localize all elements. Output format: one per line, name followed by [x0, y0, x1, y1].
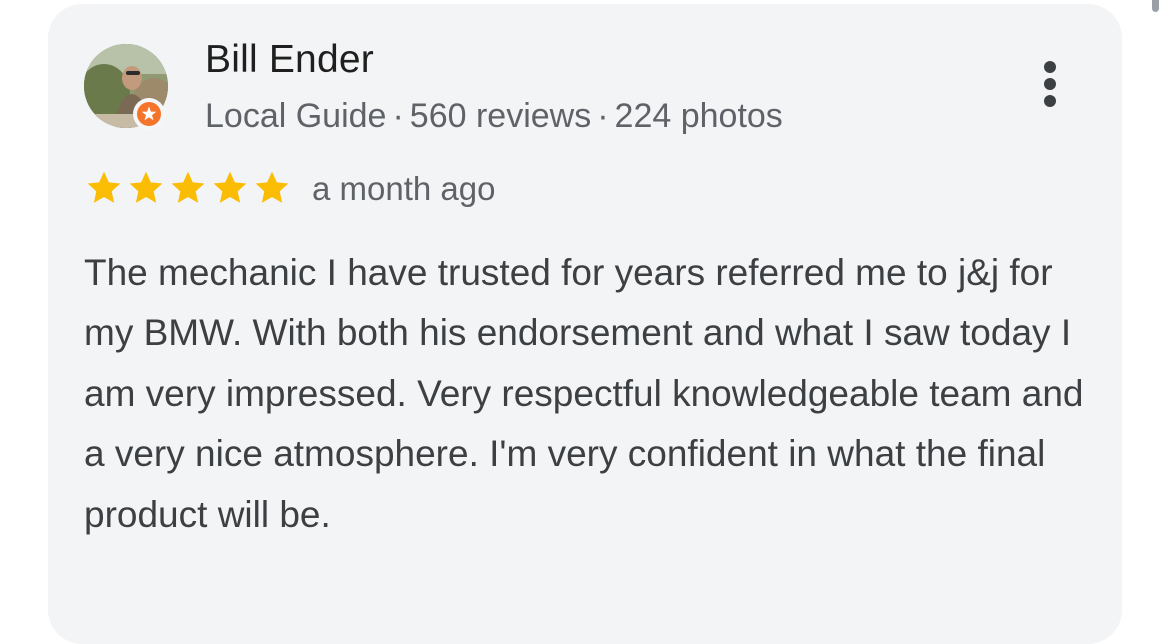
- star-icon: [129, 171, 163, 203]
- star-icon: [213, 171, 247, 203]
- meta-separator: ·: [597, 97, 609, 135]
- star-icon: [171, 171, 205, 203]
- star-rating: [84, 168, 292, 208]
- meta-separator: ·: [392, 97, 404, 135]
- scrollbar-indicator[interactable]: [1152, 0, 1159, 12]
- author-name[interactable]: Bill Ender: [205, 38, 374, 82]
- star-icon: [255, 171, 289, 203]
- reviews-count: 560 reviews: [409, 97, 592, 135]
- local-guide-label: Local Guide: [205, 97, 387, 135]
- star-icon: [87, 171, 121, 203]
- local-guide-badge-icon: [133, 98, 165, 130]
- photos-count: 224 photos: [614, 97, 783, 135]
- author-meta: Local Guide · 560 reviews · 224 photos: [205, 97, 783, 136]
- more-vertical-icon: [1044, 61, 1056, 107]
- review-time: a month ago: [312, 170, 496, 207]
- review-text: The mechanic I have trusted for years re…: [84, 252, 1084, 535]
- more-options-button[interactable]: [1034, 58, 1066, 118]
